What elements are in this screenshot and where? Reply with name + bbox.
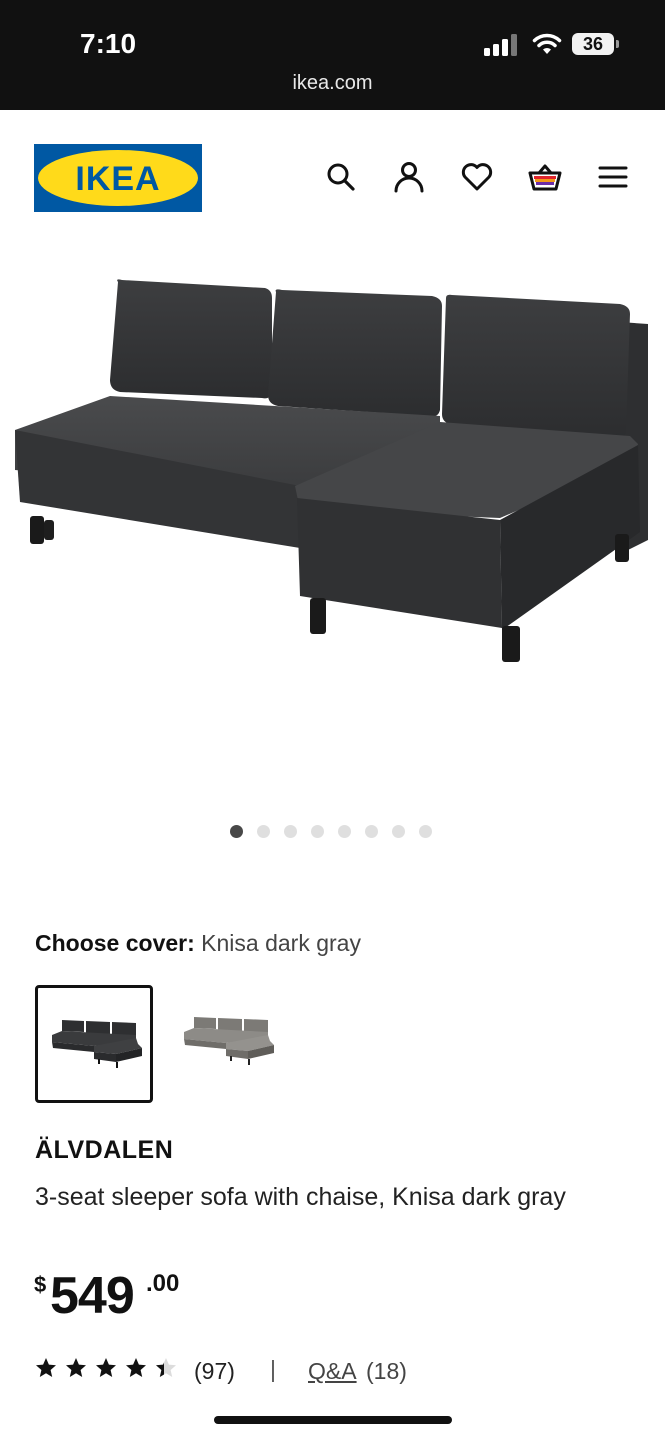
product-name: ÄLVDALEN: [35, 1136, 174, 1164]
product-image[interactable]: [0, 240, 665, 810]
gallery-dot[interactable]: [311, 825, 324, 838]
gallery-dot[interactable]: [419, 825, 432, 838]
review-count[interactable]: (97): [194, 1358, 235, 1385]
star-partial-icon: [156, 1358, 176, 1377]
sofa-thumbnail: [184, 1017, 274, 1065]
signal-icon: [484, 34, 517, 56]
gallery-dot[interactable]: [257, 825, 270, 838]
gallery-dot[interactable]: [338, 825, 351, 838]
price-integer: 549: [50, 1267, 135, 1325]
status-time: 7:10: [80, 28, 137, 59]
gallery-dot[interactable]: [365, 825, 378, 838]
sofa-thumbnail: [52, 1020, 142, 1068]
gallery-dot[interactable]: [392, 825, 405, 838]
price-currency: $: [34, 1272, 47, 1297]
basket-icon[interactable]: [528, 160, 562, 194]
gallery-dot[interactable]: [230, 825, 243, 838]
qa-count[interactable]: (18): [366, 1358, 407, 1385]
choose-cover-label: Choose cover:: [35, 930, 195, 956]
ikea-logo-graphic: IKEA: [34, 144, 202, 212]
choose-cover-value: Knisa dark gray: [201, 930, 361, 956]
choose-cover: Choose cover: Knisa dark gray: [35, 930, 361, 957]
ikea-logo[interactable]: IKEA: [34, 144, 202, 212]
home-indicator[interactable]: [214, 1416, 452, 1424]
gallery-dot[interactable]: [284, 825, 297, 838]
search-icon[interactable]: [324, 160, 358, 194]
logo-text: IKEA: [75, 160, 160, 198]
battery-icon: 36: [572, 33, 620, 57]
star-full-icon: [36, 1358, 56, 1377]
star-full-icon: [66, 1358, 86, 1377]
menu-icon[interactable]: [596, 160, 630, 194]
cover-swatch-dark-gray[interactable]: [35, 985, 153, 1103]
battery-level: 36: [572, 33, 614, 55]
product-description: 3-seat sleeper sofa with chaise, Knisa d…: [35, 1183, 566, 1211]
profile-icon[interactable]: [392, 160, 426, 194]
star-full-icon: [96, 1358, 116, 1377]
cover-swatch-light-gray[interactable]: [170, 985, 288, 1103]
qa-link[interactable]: Q&A: [308, 1358, 357, 1385]
star-full-icon: [126, 1358, 146, 1377]
rating-separator: |: [270, 1356, 276, 1382]
heart-icon[interactable]: [460, 160, 494, 194]
price-decimal: .00: [146, 1270, 180, 1297]
url-bar[interactable]: ikea.com: [0, 72, 665, 95]
wifi-icon: [532, 33, 562, 54]
status-bar: 7:10 36 ikea.com: [0, 0, 665, 110]
